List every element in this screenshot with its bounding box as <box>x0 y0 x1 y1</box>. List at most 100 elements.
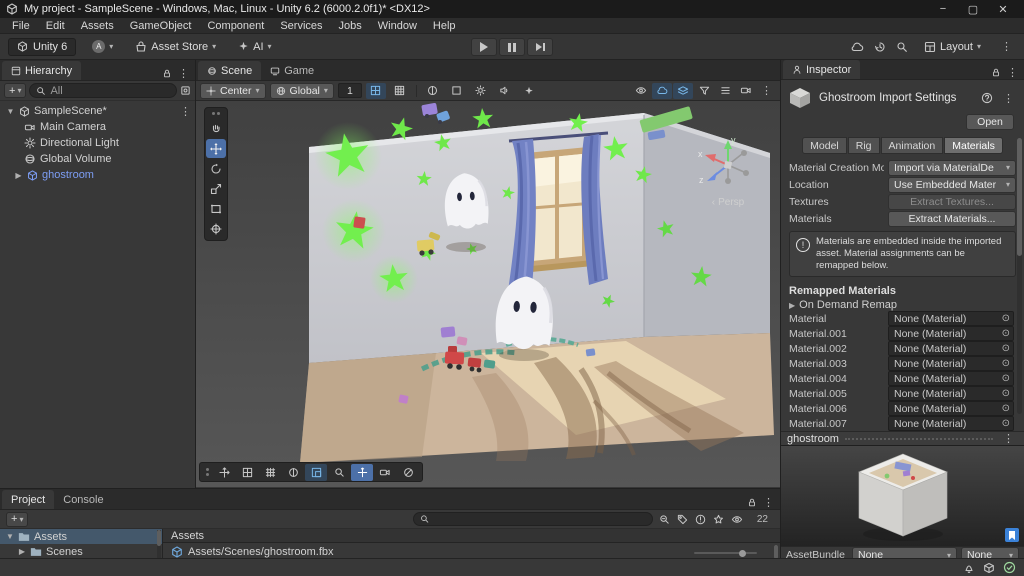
material-object-field[interactable]: None (Material) ⊙ <box>888 341 1014 356</box>
inspector-kebab-menu-icon[interactable]: ⋮ <box>1003 66 1022 79</box>
scrollbar-thumb[interactable] <box>1017 138 1022 256</box>
object-picker-icon[interactable]: ⊙ <box>1002 388 1010 399</box>
scene-picking-icon[interactable] <box>180 85 191 96</box>
favorites-star-icon[interactable] <box>713 514 724 525</box>
background-tasks-check-icon[interactable] <box>1003 561 1016 574</box>
preview-bookmark-button[interactable] <box>1005 528 1019 542</box>
foldout-arrow-icon[interactable]: ▶ <box>14 171 23 180</box>
audio-toggle[interactable] <box>495 83 515 99</box>
object-picker-icon[interactable]: ⊙ <box>1002 418 1010 429</box>
material-object-field[interactable]: None (Material) ⊙ <box>888 416 1014 431</box>
overlay-drag-handle[interactable] <box>212 110 220 118</box>
slider-knob[interactable] <box>739 550 746 557</box>
minimize-button[interactable]: − <box>928 0 958 18</box>
material-object-field[interactable]: None (Material) ⊙ <box>888 371 1014 386</box>
object-picker-icon[interactable]: ⊙ <box>1002 328 1010 339</box>
pause-button[interactable] <box>499 38 525 56</box>
history-icon[interactable] <box>874 41 886 53</box>
material-object-field[interactable]: None (Material) ⊙ <box>888 356 1014 371</box>
foldout-arrow-icon[interactable]: ▼ <box>6 107 15 116</box>
project-breadcrumb[interactable]: Assets <box>163 529 780 543</box>
thumbnail-zoom-slider[interactable] <box>694 548 746 558</box>
preview-kebab-menu-icon[interactable]: ⋮ <box>999 432 1018 445</box>
effects-dropdown[interactable] <box>519 83 539 99</box>
bottombar-move-icon[interactable] <box>213 464 235 481</box>
bottombar-overlays-icon[interactable] <box>305 464 327 481</box>
cloud-icon[interactable] <box>850 41 864 53</box>
extract-materials-button[interactable]: Extract Materials... <box>888 211 1016 227</box>
material-object-field[interactable]: None (Material) ⊙ <box>888 311 1014 326</box>
scrollbar-thumb[interactable] <box>774 545 778 559</box>
move-tool[interactable] <box>206 139 226 158</box>
tab-materials[interactable]: Materials <box>944 137 1003 154</box>
component-filter-dropdown[interactable] <box>694 83 714 99</box>
tool-handle-rotation-dropdown[interactable]: Global ▾ <box>270 83 334 99</box>
tab-scene[interactable]: Scene <box>198 61 261 80</box>
folder-row-scenes[interactable]: ▶ Scenes <box>0 544 162 559</box>
tab-model[interactable]: Model <box>802 137 847 154</box>
material-creation-mode-dropdown[interactable]: Import via MaterialDe ▾ <box>888 160 1016 176</box>
menu-services[interactable]: Services <box>272 18 330 34</box>
hierarchy-scene-row[interactable]: ▼ SampleScene* ⋮ <box>0 103 195 119</box>
menu-help[interactable]: Help <box>425 18 464 34</box>
orientation-gizmo[interactable]: x y z ‹ Persp <box>692 135 764 208</box>
projection-mode[interactable]: ‹ Persp <box>692 197 764 208</box>
material-object-field[interactable]: None (Material) ⊙ <box>888 401 1014 416</box>
tab-inspector[interactable]: Inspector <box>783 60 860 79</box>
draw-mode-dropdown[interactable] <box>423 83 443 99</box>
tab-game[interactable]: Game <box>261 61 323 80</box>
on-demand-remap-foldout[interactable]: ▶ On Demand Remap <box>781 299 1024 311</box>
bottombar-camera-icon[interactable] <box>374 464 396 481</box>
ai-dropdown[interactable]: AI ▾ <box>232 38 277 56</box>
inspector-title-kebab-icon[interactable]: ⋮ <box>999 92 1018 105</box>
hidden-objects-toggle[interactable] <box>631 83 651 99</box>
layout-dropdown[interactable]: Layout ▾ <box>918 38 987 56</box>
grid-settings-dropdown[interactable] <box>390 83 410 99</box>
hidden-count-eye-icon[interactable] <box>731 514 743 525</box>
overlay-menu-icon[interactable] <box>715 83 735 99</box>
tool-handle-pivot-dropdown[interactable]: Center ▾ <box>200 83 266 99</box>
object-picker-icon[interactable]: ⊙ <box>1002 313 1010 324</box>
object-picker-icon[interactable]: ⊙ <box>1002 343 1010 354</box>
hierarchy-search-field[interactable]: All <box>29 83 177 98</box>
project-search-input[interactable] <box>433 514 646 525</box>
toolbar-drag-handle[interactable] <box>203 468 212 476</box>
camera-settings-dropdown[interactable] <box>736 83 756 99</box>
bottombar-layout-icon[interactable] <box>236 464 258 481</box>
tab-project[interactable]: Project <box>2 490 54 509</box>
tab-console[interactable]: Console <box>54 490 112 509</box>
preview-resize-handle[interactable] <box>845 438 993 440</box>
scene-viewport[interactable]: x y z ‹ Persp <box>196 101 780 487</box>
lock-icon[interactable] <box>747 497 757 508</box>
menu-window[interactable]: Window <box>370 18 425 34</box>
bottombar-compass-icon[interactable] <box>397 464 419 481</box>
hierarchy-item-ghostroom[interactable]: ▶ ghostroom <box>0 167 195 183</box>
lighting-toggle[interactable] <box>471 83 491 99</box>
lock-icon[interactable] <box>162 68 172 79</box>
bottombar-transform-icon[interactable] <box>351 464 373 481</box>
object-picker-icon[interactable]: ⊙ <box>1002 403 1010 414</box>
view-pan-tool[interactable] <box>206 119 226 138</box>
foldout-arrow-icon[interactable]: ▶ <box>18 547 26 556</box>
notification-bell-icon[interactable] <box>963 562 975 574</box>
material-object-field[interactable]: None (Material) ⊙ <box>888 386 1014 401</box>
snap-increment-toggle[interactable] <box>366 83 386 99</box>
project-search-field[interactable] <box>413 512 653 526</box>
location-dropdown[interactable]: Use Embedded Mater ▾ <box>888 177 1016 193</box>
search-icon[interactable] <box>896 41 908 53</box>
project-kebab-menu-icon[interactable]: ⋮ <box>759 496 778 509</box>
close-button[interactable]: ✕ <box>988 0 1018 18</box>
maximize-button[interactable]: ▢ <box>958 0 988 18</box>
hierarchy-item-directional-light[interactable]: Directional Light <box>0 135 195 151</box>
object-picker-icon[interactable]: ⊙ <box>1002 358 1010 369</box>
scale-tool[interactable] <box>206 179 226 198</box>
menu-file[interactable]: File <box>4 18 38 34</box>
foldout-arrow-icon[interactable]: ▼ <box>6 532 14 541</box>
create-object-button[interactable]: + ▾ <box>4 83 26 98</box>
toolbar-kebab-menu-icon[interactable]: ⋮ <box>997 40 1016 53</box>
package-manager-icon[interactable] <box>983 562 995 574</box>
tab-animation[interactable]: Animation <box>881 137 944 154</box>
open-button[interactable]: Open <box>966 114 1014 130</box>
tab-hierarchy[interactable]: Hierarchy <box>2 61 81 80</box>
unity-version-badge[interactable]: Unity 6 <box>8 38 76 56</box>
